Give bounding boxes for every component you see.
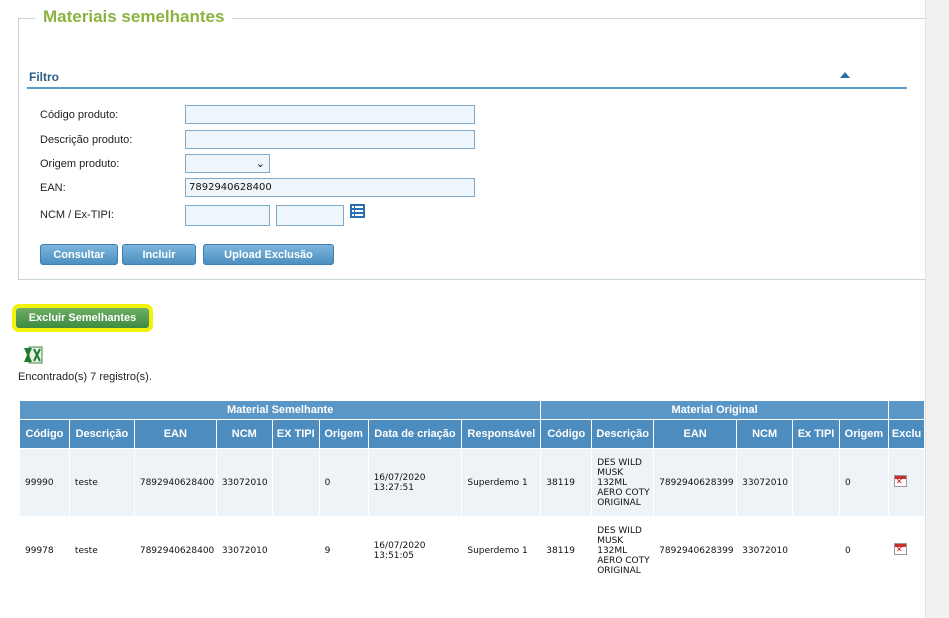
cell-responsavel: Superdemo 1 [461,448,542,517]
cell-descricao: teste [68,448,135,517]
column-header[interactable]: NCM [215,419,273,449]
page-title: Materiais semelhantes [35,7,233,27]
column-header[interactable]: Responsável [461,419,542,449]
column-header[interactable]: Ex TIPI [792,419,840,449]
delete-icon[interactable] [893,475,907,487]
column-header[interactable]: EAN [133,419,217,449]
page: Materiais semelhantes Filtro Código prod… [0,0,926,618]
column-header: Exclu [887,419,926,449]
codigo-produto-input[interactable] [185,105,475,124]
cell-original-extipi [792,516,840,585]
column-header[interactable]: Origem [838,419,889,449]
cell-original-codigo: 38119 [540,448,593,517]
codigo-produto-label: Código produto: [40,109,119,121]
column-header[interactable]: Origem [318,419,369,449]
group-header-semelhante: Material Semelhante [18,400,542,420]
cell-codigo: 99990 [19,448,70,517]
cell-original-codigo: 38119 [540,516,593,585]
ean-input[interactable]: 7892940628400 [185,178,475,197]
incluir-button[interactable]: Incluir [122,244,196,265]
group-header-original: Material Original [540,400,889,420]
column-header[interactable]: Data de criação [367,419,463,449]
cell-excluir [887,448,926,517]
cell-responsavel: Superdemo 1 [461,516,542,585]
origem-produto-label: Origem produto: [40,158,120,170]
cell-origem: 9 [318,516,369,585]
materiais-semelhantes-panel: Materiais semelhantes Filtro Código prod… [18,7,926,280]
column-header[interactable]: Descrição [68,419,135,449]
cell-data-criacao: 16/07/2020 13:27:51 [367,448,463,517]
cell-original-ean: 7892940628399 [653,516,738,585]
cell-original-ncm: 33072010 [736,448,794,517]
cell-ncm: 33072010 [215,448,273,517]
cell-ean: 7892940628400 [133,448,217,517]
descricao-produto-input[interactable] [185,130,475,149]
excel-icon[interactable] [23,345,43,365]
column-header[interactable]: EAN [653,419,738,449]
excluir-semelhantes-button[interactable]: Excluir Semelhantes [16,308,149,328]
ean-label: EAN: [40,182,66,194]
cell-extipi [271,516,320,585]
column-header[interactable]: Código [540,419,593,449]
cell-original-ncm: 33072010 [736,516,794,585]
column-header[interactable]: Código [19,419,70,449]
cell-ean: 7892940628400 [133,516,217,585]
records-count: Encontrado(s) 7 registro(s). [18,371,152,383]
group-header-extra [887,400,926,420]
column-header[interactable]: Descrição [591,419,655,449]
descricao-produto-label: Descrição produto: [40,134,133,146]
cell-original-extipi [792,448,840,517]
cell-codigo: 99978 [19,516,70,585]
delete-icon[interactable] [893,543,907,555]
filter-title: Filtro [29,70,59,84]
chevron-up-icon[interactable] [840,72,850,78]
cell-original-origem: 0 [838,516,889,585]
consultar-button[interactable]: Consultar [40,244,118,265]
ncm-input[interactable] [185,205,270,226]
chevron-down-icon: ⌄ [255,157,265,170]
upload-exclusao-button[interactable]: Upload Exclusão [203,244,334,265]
origem-produto-select[interactable]: ⌄ [185,154,270,173]
table-row[interactable]: 99978 teste 7892940628400 33072010 9 16/… [19,516,926,585]
list-icon[interactable] [350,204,365,218]
filter-header[interactable]: Filtro [27,69,907,89]
cell-extipi [271,448,320,517]
ncm-label: NCM / Ex-TIPI: [40,209,114,221]
cell-ncm: 33072010 [215,516,273,585]
column-header[interactable]: EX TIPI [271,419,320,449]
cell-original-ean: 7892940628399 [653,448,738,517]
column-header[interactable]: NCM [736,419,794,449]
cell-excluir [887,516,926,585]
cell-original-descricao: DES WILD MUSK 132ML AERO COTY ORIGINAL [591,448,655,517]
cell-original-descricao: DES WILD MUSK 132ML AERO COTY ORIGINAL [591,516,655,585]
cell-descricao: teste [68,516,135,585]
table-row[interactable]: 99990 teste 7892940628400 33072010 0 16/… [19,448,926,517]
results-table: Material Semelhante Material Original Có… [18,400,926,585]
page-scrollbar-area[interactable] [925,0,949,618]
cell-origem: 0 [318,448,369,517]
cell-data-criacao: 16/07/2020 13:51:05 [367,516,463,585]
extipi-input[interactable] [276,205,344,226]
cell-original-origem: 0 [838,448,889,517]
